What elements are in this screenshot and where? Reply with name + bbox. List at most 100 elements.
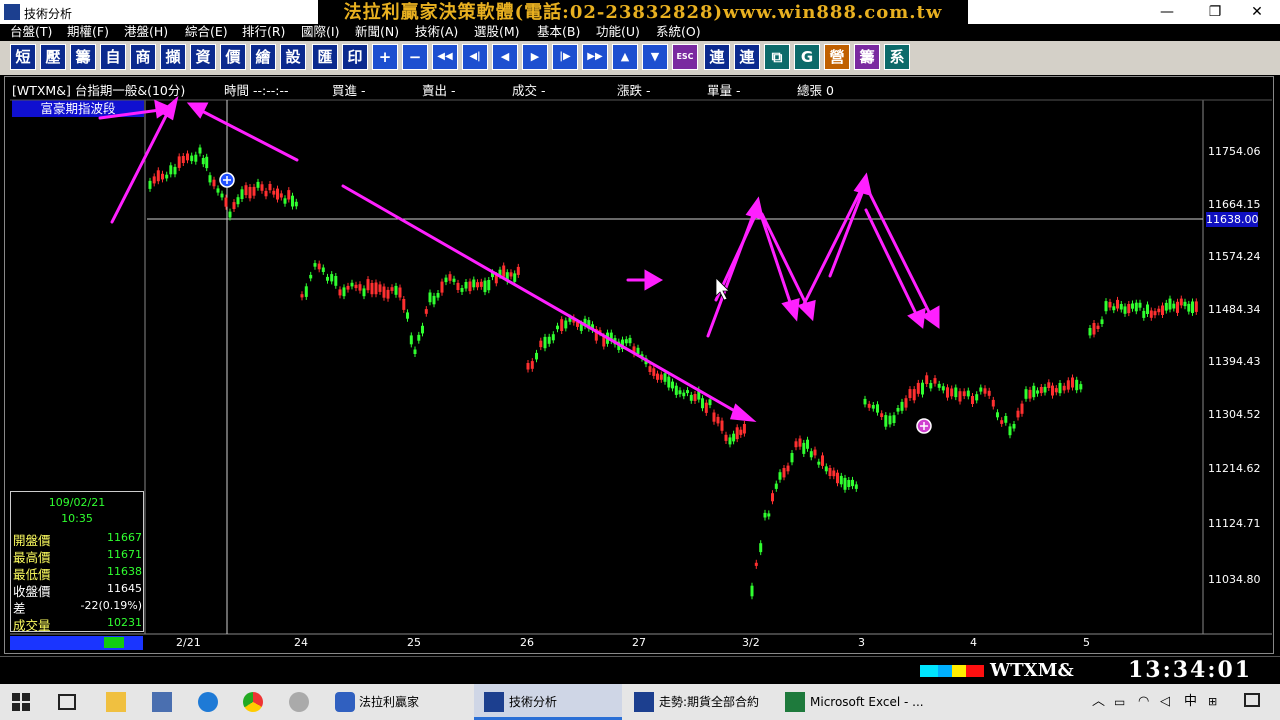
candle-body [1047,382,1051,388]
candle-body [326,276,329,281]
candle-body [724,434,728,441]
windows-start-icon[interactable] [12,693,30,711]
annotation-arrowhead [186,102,209,119]
candle-body [686,390,689,394]
candle-body [871,405,875,409]
candle-body [272,190,276,195]
candle-body [754,562,758,566]
candle-body [794,441,798,448]
candle-body [1092,323,1096,335]
y-tick-label: 11754.06 [1208,145,1261,158]
candle-body [181,156,185,163]
candle-body [560,319,564,331]
candle-body [362,288,366,297]
scroll-thumb[interactable] [104,637,124,648]
candle-body [1043,386,1047,393]
ime-indicator[interactable]: 中 [1184,684,1197,720]
candle-body [1000,420,1004,424]
excel-icon[interactable] [785,692,805,712]
app-icon-tool[interactable] [289,692,309,712]
desktop-icon[interactable] [152,692,172,712]
task-view-icon[interactable] [58,694,76,710]
candle-body [330,274,334,282]
candle-body [212,179,216,187]
candle-body [1039,387,1043,394]
edge-browser-icon[interactable] [198,692,218,712]
candle-body [294,201,298,207]
candle-body [268,184,272,191]
candle-body [421,325,424,334]
candle-body [824,466,828,472]
candlestick-chart[interactable] [0,0,1280,720]
low-value: 11638 [107,565,142,578]
tray-volume-icon[interactable]: ◁ [1160,684,1170,720]
candle-body [941,386,945,391]
technical-chart-icon[interactable] [484,692,504,712]
status-light [952,665,966,677]
candle-body [689,394,693,401]
tray-network-icon[interactable]: ▭ [1114,684,1125,720]
notification-icon[interactable] [1244,693,1260,707]
annotation-arrowhead [781,297,800,322]
candle-body [346,285,350,290]
volume-label: 成交量 [13,618,51,633]
file-explorer-icon[interactable] [106,692,126,712]
y-tick-label: 11034.80 [1208,573,1261,586]
candle-body [656,373,659,380]
x-tick-label: 26 [520,636,534,649]
candle-body [1012,424,1016,429]
candle-body [479,281,483,287]
annotation-arrow [800,186,864,310]
candle-body [539,340,543,348]
candle-body [1004,416,1008,423]
candle-body [406,312,409,319]
candles-group [148,144,1198,600]
taskbar-item-excel[interactable]: Microsoft Excel - ... [810,684,924,720]
candle-body [526,363,530,370]
close-value: 11645 [107,582,142,595]
candle-body [628,337,632,344]
taskbar-item-technical[interactable]: 技術分析 [509,684,557,720]
candle-body [551,334,555,341]
candle-body [413,349,417,354]
candle-body [1008,426,1012,436]
x-tick-label: 2/21 [176,636,201,649]
annotation-arrow [828,186,866,278]
candle-body [476,282,479,288]
high-value: 11671 [107,548,142,561]
y-tick-label: 11574.24 [1208,250,1261,263]
candle-body [1116,299,1119,309]
candle-body [156,170,160,182]
candle-body [1028,389,1032,399]
candle-body [216,188,220,193]
trend-chart-icon[interactable] [634,692,654,712]
candle-body [693,394,697,401]
candle-body [704,402,708,413]
taskbar-item-trend[interactable]: 走勢:期貨全部合約 [659,684,759,720]
candle-body [198,147,202,154]
tray-chevron-icon[interactable]: ︿ [1092,684,1105,720]
candle-body [409,335,413,345]
status-clock: 13:34:01 [1128,657,1253,683]
open-value: 11667 [107,531,142,544]
ferrari-app-icon[interactable] [335,692,355,712]
candle-body [547,336,551,344]
candle-body [190,155,194,162]
candle-body [1123,306,1127,314]
candle-body [1164,302,1168,311]
candle-body [244,185,248,196]
taskbar-item-ferrari[interactable]: 法拉利贏家 [359,684,419,720]
annotation-arrow [198,108,299,162]
chart-axes [10,99,1272,635]
status-light [966,665,984,677]
candle-body [530,361,534,369]
candle-body [354,284,358,289]
candle-body [366,279,370,291]
candle-body [975,394,979,401]
candle-body [937,383,941,388]
candle-body [983,388,987,394]
candle-body [444,277,448,283]
tray-wifi-icon[interactable]: ◠ [1138,684,1149,720]
chrome-icon[interactable] [243,692,263,712]
tray-ime-mode-icon[interactable]: ⊞ [1208,684,1217,720]
